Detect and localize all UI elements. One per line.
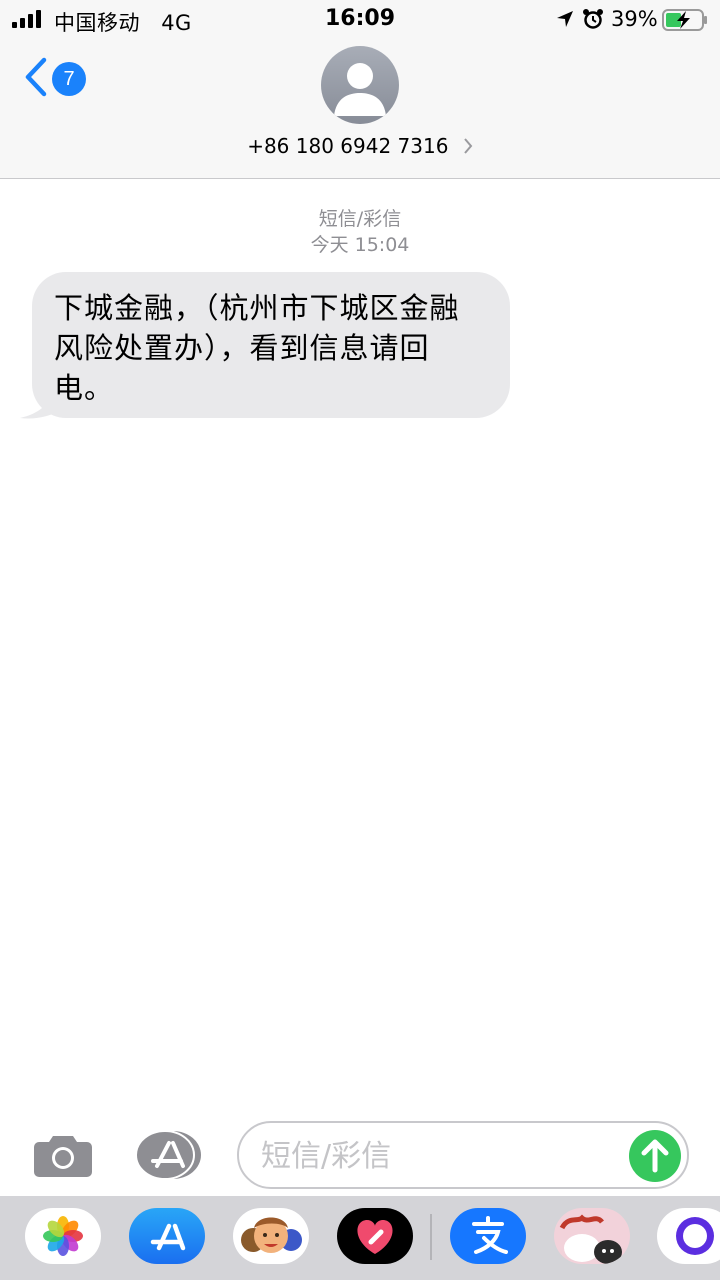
- contact-details-link[interactable]: +86 180 6942 7316: [0, 132, 720, 158]
- person-silhouette-icon: [334, 63, 386, 116]
- alarm-clock-icon: [583, 9, 603, 29]
- chevron-left-icon: [25, 57, 47, 97]
- drawer-divider: [430, 1214, 432, 1260]
- app-store-icon: [135, 1130, 201, 1180]
- camera-button[interactable]: [33, 1133, 93, 1177]
- message-type-label: 短信/彩信: [318, 208, 402, 230]
- battery-percent: 39%: [611, 7, 658, 31]
- photos-app[interactable]: [25, 1208, 101, 1264]
- memoji-icon: [241, 1217, 302, 1253]
- message-composer[interactable]: [237, 1121, 689, 1189]
- message-timestamp: 今天 15:04: [310, 234, 410, 256]
- status-bar: 中国移动 4G 16:09 39%: [0, 0, 720, 40]
- heart-icon: [357, 1220, 393, 1254]
- contact-avatar[interactable]: [321, 46, 399, 124]
- photos-icon: [43, 1216, 83, 1256]
- arrow-up-icon: [641, 1139, 669, 1173]
- alipay-icon: [472, 1216, 508, 1254]
- imessage-app-drawer: [0, 1196, 720, 1280]
- memoji-app[interactable]: [233, 1208, 309, 1264]
- app-store-drawer-button[interactable]: [135, 1130, 203, 1180]
- incoming-message-bubble[interactable]: 下城金融，（杭州市下城区金融风险处置办），看到信息请回电。: [32, 272, 510, 418]
- camera-icon: [34, 1136, 92, 1177]
- app-store-a-icon: [150, 1223, 186, 1251]
- digital-touch-app[interactable]: [337, 1208, 413, 1264]
- send-button[interactable]: [629, 1130, 681, 1182]
- contact-name: +86 180 6942 7316: [247, 133, 449, 158]
- cat-sticker-icon: [559, 1214, 622, 1264]
- chevron-right-icon: [464, 137, 473, 154]
- ring-icon: [676, 1217, 714, 1255]
- message-input[interactable]: [261, 1133, 621, 1179]
- location-arrow-icon: [557, 11, 573, 27]
- stickers-app[interactable]: [554, 1208, 630, 1264]
- unread-count-badge: 7: [52, 62, 86, 96]
- alipay-app[interactable]: [450, 1208, 526, 1264]
- back-button[interactable]: 7: [20, 54, 90, 100]
- app-store-app[interactable]: [129, 1208, 205, 1264]
- conversation-header: 中国移动 4G 16:09 39% 7 +86 180 6942 7316: [0, 0, 720, 179]
- extra-app[interactable]: [657, 1208, 720, 1264]
- battery-charging-icon: [662, 9, 707, 31]
